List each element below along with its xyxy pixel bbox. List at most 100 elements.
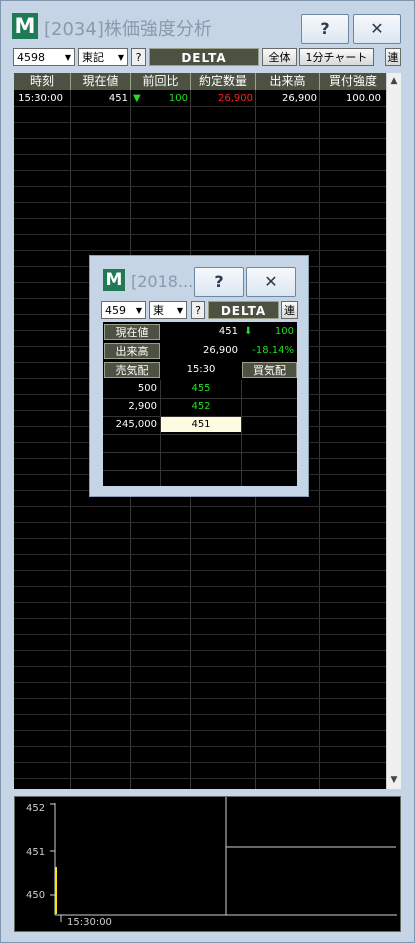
grid-row-divider	[14, 554, 386, 555]
grid-row-divider	[14, 234, 386, 235]
popup-help-button[interactable]: ?	[194, 267, 244, 297]
popup-link-button[interactable]: 連	[281, 301, 298, 319]
close-button[interactable]: ✕	[353, 14, 401, 44]
popup-market-select[interactable]: 東 ▼	[149, 301, 187, 319]
cell-change: 100	[168, 93, 188, 104]
all-button[interactable]: 全体	[262, 48, 297, 66]
code-value: 4598	[17, 51, 45, 64]
current-price-value: 451	[218, 326, 238, 337]
col-qty-header: 約定数量	[191, 73, 256, 90]
grid-row-divider	[14, 634, 386, 635]
code-select[interactable]: 4598 ▼	[13, 48, 75, 66]
price-chart: 452 451 450 15:30:00	[14, 796, 401, 932]
popup-title-bar[interactable]: M [2018... ? ✕	[90, 256, 308, 300]
grid-row-divider	[14, 666, 386, 667]
grid-row-divider	[14, 714, 386, 715]
col-price-header: 現在値	[71, 73, 131, 90]
popup-market-value: 東	[153, 304, 164, 317]
y-tick-label: 452	[26, 803, 45, 814]
market-select[interactable]: 東記 ▼	[78, 48, 128, 66]
price-level: 452	[191, 401, 211, 412]
window-title: [2034]株価強度分析	[44, 19, 212, 40]
app-logo-icon: M	[12, 13, 38, 39]
table-header: 時刻 現在値 前回比 約定数量 出来高 買付強度	[14, 73, 386, 90]
col-volume-header: 出来高	[256, 73, 320, 90]
grid-row-divider	[14, 522, 386, 523]
grid-row-divider	[14, 650, 386, 651]
grid-row-divider	[14, 218, 386, 219]
volume-change-value: -18.14%	[252, 345, 294, 356]
down-arrow-icon: ▼	[133, 93, 141, 104]
popup-delta-label: DELTA	[208, 301, 279, 319]
chevron-down-icon: ▼	[117, 53, 124, 62]
cell-time: 15:30:00	[18, 93, 63, 104]
popup-board: 現在値 451 ⬇ 100 出来高 26,900 -18.14% 売気配 15:…	[103, 322, 297, 486]
price-level: 455	[191, 383, 211, 394]
market-value: 東記	[82, 51, 104, 64]
sell-qty: 245,000	[115, 419, 157, 430]
sell-qty: 2,900	[128, 401, 157, 412]
app-logo-icon: M	[103, 269, 125, 291]
grid-row-divider	[14, 138, 386, 139]
grid-row-divider	[14, 154, 386, 155]
popup-code-select[interactable]: 459 ▼	[101, 301, 146, 319]
current-price-label: 現在値	[104, 324, 160, 340]
toolbar: 4598 ▼ 東記 ▼ ? DELTA 全体 1分チャート 連	[13, 48, 401, 68]
grid-row-divider	[14, 730, 386, 731]
grid-row-divider	[14, 538, 386, 539]
grid-row-divider	[14, 682, 386, 683]
grid-row-divider	[14, 746, 386, 747]
code-help-button[interactable]: ?	[131, 48, 146, 66]
popup-code-value: 459	[105, 304, 126, 317]
grid-row-divider	[14, 586, 386, 587]
y-tick-label: 450	[26, 890, 45, 901]
down-arrow-icon: ⬇	[244, 326, 253, 337]
col-strength-header: 買付強度	[328, 74, 377, 88]
buy-quote-label: 買気配	[242, 362, 297, 378]
x-tick-label: 15:30:00	[67, 917, 112, 928]
chevron-down-icon: ▼	[135, 306, 142, 315]
scroll-down-icon[interactable]: ▼	[387, 772, 401, 788]
scroll-thumb[interactable]	[389, 91, 399, 771]
chevron-down-icon: ▼	[64, 53, 71, 62]
cell-qty: 26,900	[218, 93, 253, 104]
col-change-header: 前回比	[131, 73, 191, 90]
popup-toolbar: 459 ▼ 東 ▼ ? DELTA 連	[101, 301, 298, 319]
time-value: 15:30	[186, 364, 216, 375]
grid-row-divider	[14, 122, 386, 123]
grid-row-divider	[14, 186, 386, 187]
grid-row-divider	[14, 570, 386, 571]
volume-value: 26,900	[203, 345, 238, 356]
grid-row-divider	[14, 778, 386, 779]
cell-price: 451	[108, 93, 128, 104]
grid-row-divider	[14, 602, 386, 603]
col-time-header: 時刻	[14, 73, 71, 90]
y-tick-label: 451	[26, 847, 45, 858]
help-button[interactable]: ?	[301, 14, 349, 44]
grid-row-divider	[14, 618, 386, 619]
grid-row-divider	[14, 202, 386, 203]
current-change-value: 100	[274, 326, 294, 337]
popup-code-help-button[interactable]: ?	[191, 301, 205, 319]
chevron-down-icon: ▼	[176, 306, 183, 315]
cell-strength: 100.00	[346, 93, 381, 104]
current-price-level: 451	[161, 417, 241, 432]
grid-row-divider	[14, 250, 386, 251]
grid-row-divider	[14, 106, 386, 107]
popup-close-button[interactable]: ✕	[246, 267, 296, 297]
grid-row-divider	[14, 506, 386, 507]
sell-quote-label: 売気配	[104, 362, 160, 378]
grid-row-divider	[14, 170, 386, 171]
popup-window: M [2018... ? ✕ 459 ▼ 東 ▼ ? DELTA 連 現在値 4…	[89, 255, 309, 497]
grid-row-divider	[14, 698, 386, 699]
one-minute-chart-button[interactable]: 1分チャート	[299, 48, 374, 66]
link-button[interactable]: 連	[385, 48, 401, 66]
volume-label: 出来高	[104, 343, 160, 359]
sell-qty: 500	[137, 383, 157, 394]
popup-title: [2018...	[131, 272, 194, 291]
vertical-scrollbar[interactable]: ▲ ▼	[386, 73, 401, 789]
cell-volume: 26,900	[282, 93, 317, 104]
grid-row-divider	[14, 762, 386, 763]
scroll-up-icon[interactable]: ▲	[387, 73, 401, 89]
delta-label: DELTA	[149, 48, 259, 66]
